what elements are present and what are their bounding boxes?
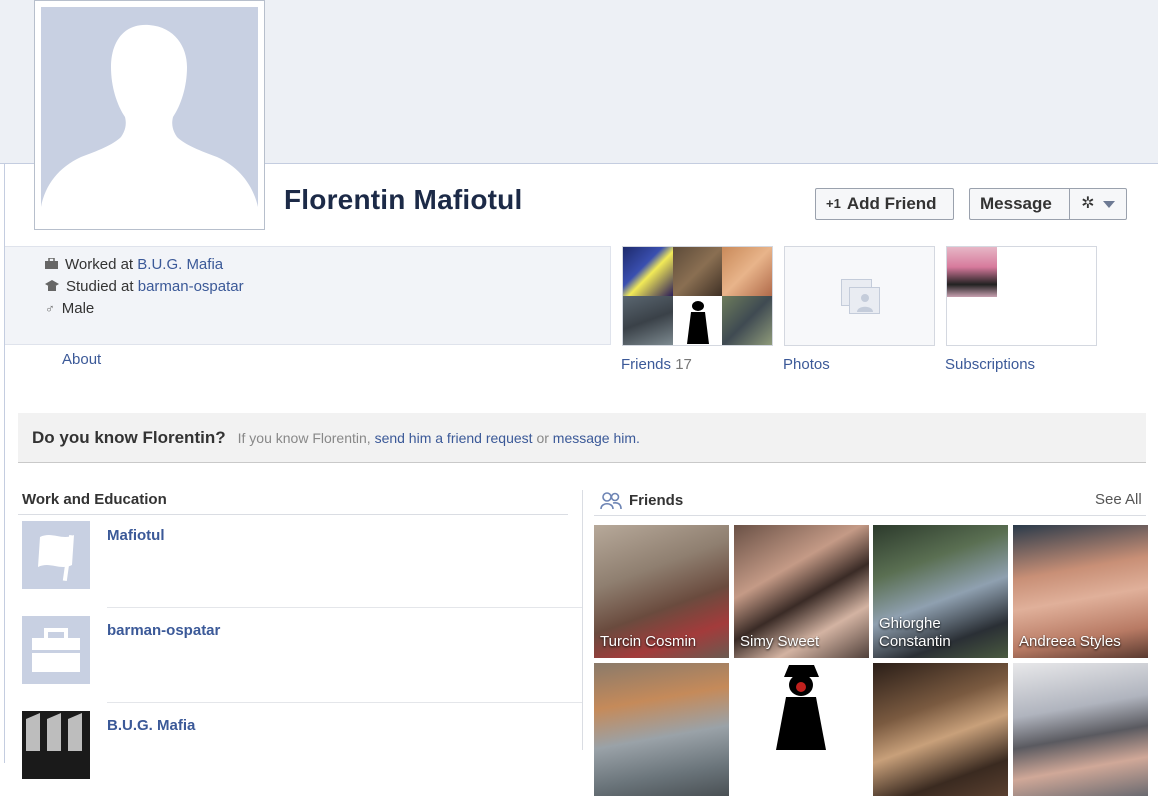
work-item-mafiotul[interactable]: Mafiotul bbox=[22, 521, 582, 617]
friends-label: Friends bbox=[621, 356, 672, 373]
about-link[interactable]: About bbox=[62, 351, 101, 368]
photos-tile[interactable] bbox=[784, 246, 935, 346]
photos-icon bbox=[841, 279, 881, 320]
gender-info-line: ♂ Male bbox=[45, 300, 94, 317]
add-friend-label: Add Friend bbox=[846, 194, 937, 213]
work-item-title[interactable]: B.U.G. Mafia bbox=[107, 717, 195, 734]
male-icon: ♂ bbox=[45, 301, 55, 316]
friend-thumb bbox=[672, 247, 723, 296]
school-icon bbox=[45, 278, 59, 295]
add-friend-button[interactable]: +1 Add Friend bbox=[815, 188, 954, 220]
friend-name[interactable]: Andreea Styles bbox=[1019, 633, 1144, 651]
message-him-link[interactable]: message him. bbox=[553, 430, 640, 446]
friend-tile[interactable]: Ghiorghe Constantin bbox=[873, 525, 1008, 658]
flag-icon bbox=[22, 521, 90, 589]
options-dropdown-button[interactable]: ✲ bbox=[1069, 188, 1127, 220]
photos-tile-label[interactable]: Photos bbox=[783, 356, 830, 373]
item-separator bbox=[107, 607, 582, 608]
section-divider bbox=[594, 515, 1146, 516]
chevron-down-icon bbox=[1102, 189, 1115, 219]
studied-prefix: Studied at bbox=[66, 278, 134, 295]
friends-icon bbox=[600, 492, 622, 515]
subscription-thumb bbox=[947, 247, 997, 297]
section-divider bbox=[18, 514, 568, 515]
message-button[interactable]: Message bbox=[969, 188, 1070, 220]
studied-place-link[interactable]: barman-ospatar bbox=[138, 278, 244, 295]
silhouette-placeholder bbox=[41, 7, 258, 223]
see-all-friends-link[interactable]: See All bbox=[1095, 491, 1142, 508]
friends-heading: Friends bbox=[629, 492, 684, 509]
work-item-bug-mafia[interactable]: B.U.G. Mafia bbox=[22, 711, 567, 807]
worked-place-link[interactable]: B.U.G. Mafia bbox=[137, 256, 223, 273]
friend-tile[interactable] bbox=[1013, 663, 1148, 796]
friend-thumb bbox=[623, 296, 673, 345]
friend-tile[interactable]: Turcin Cosmin bbox=[594, 525, 729, 658]
column-divider bbox=[582, 490, 583, 750]
friends-tile-label[interactable]: Friends 17 bbox=[621, 356, 692, 373]
friend-name[interactable]: Turcin Cosmin bbox=[600, 633, 725, 651]
work-info-line: Worked at B.U.G. Mafia bbox=[45, 256, 223, 273]
friend-tile[interactable]: Andreea Styles bbox=[1013, 525, 1148, 658]
friend-thumb bbox=[672, 296, 723, 345]
do-you-know-title: Do you know Florentin? bbox=[32, 427, 226, 447]
friend-tile[interactable] bbox=[873, 663, 1008, 796]
do-you-know-text: If you know Florentin, send him a friend… bbox=[238, 430, 640, 446]
friend-name[interactable]: Ghiorghe Constantin bbox=[879, 615, 1004, 651]
work-item-title[interactable]: barman-ospatar bbox=[107, 622, 220, 639]
work-item-barman-ospatar[interactable]: barman-ospatar bbox=[22, 616, 582, 712]
friend-tile[interactable] bbox=[734, 663, 869, 796]
friends-count: 17 bbox=[675, 356, 692, 373]
know-text-prefix: If you know Florentin, bbox=[237, 429, 371, 446]
intro-info-box: Worked at B.U.G. Mafia Studied at barman… bbox=[5, 246, 611, 345]
bug-mafia-logo bbox=[22, 711, 90, 779]
study-info-line: Studied at barman-ospatar bbox=[45, 278, 244, 295]
friend-thumb bbox=[722, 247, 772, 296]
friends-tile-grid bbox=[623, 247, 772, 345]
friend-thumb bbox=[623, 247, 673, 296]
profile-name: Florentin Mafiotul bbox=[284, 184, 523, 215]
do-you-know-bar: Do you know Florentin? If you know Flore… bbox=[18, 413, 1146, 463]
work-education-heading: Work and Education bbox=[22, 491, 167, 508]
know-text-or: or bbox=[536, 429, 549, 446]
item-separator bbox=[107, 702, 582, 703]
gender-value: Male bbox=[61, 300, 95, 317]
subscriptions-tile[interactable] bbox=[946, 246, 1097, 346]
friend-tile[interactable] bbox=[594, 663, 729, 796]
worked-prefix: Worked at bbox=[65, 256, 134, 273]
subscriptions-tile-label[interactable]: Subscriptions bbox=[945, 356, 1035, 373]
message-label: Message bbox=[980, 194, 1052, 213]
work-item-title[interactable]: Mafiotul bbox=[107, 527, 165, 544]
friend-thumb bbox=[722, 296, 772, 345]
add-friend-icon: +1 bbox=[826, 196, 841, 211]
briefcase-icon bbox=[45, 256, 58, 273]
friend-name[interactable]: Simy Sweet bbox=[740, 633, 865, 651]
send-friend-request-link[interactable]: send him a friend request bbox=[375, 430, 533, 446]
briefcase-icon bbox=[22, 616, 90, 684]
friend-tile[interactable]: Simy Sweet bbox=[734, 525, 869, 658]
profile-picture[interactable] bbox=[34, 0, 265, 230]
gear-icon: ✲ bbox=[1081, 195, 1095, 212]
silhouette-avatar-icon bbox=[776, 665, 826, 750]
friends-tile[interactable] bbox=[622, 246, 773, 346]
